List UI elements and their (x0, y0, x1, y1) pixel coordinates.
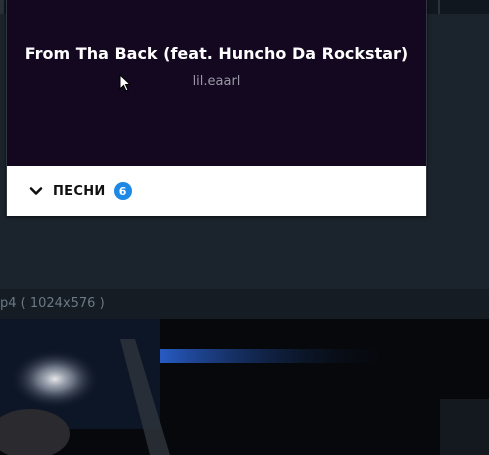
video-info-bar: p4 ( 1024x576 ) (0, 289, 489, 319)
video-preview[interactable] (0, 319, 489, 455)
songs-toggle[interactable]: ПЕСНИ 6 (7, 166, 426, 216)
songs-count-badge: 6 (113, 182, 132, 200)
album-art-area[interactable]: From Tha Back (feat. Huncho Da Rockstar)… (7, 0, 426, 166)
top-left-mark (0, 0, 4, 14)
song-title[interactable]: From Tha Back (feat. Huncho Da Rockstar) (7, 44, 426, 63)
mouse-cursor-icon (119, 74, 132, 92)
music-card: From Tha Back (feat. Huncho Da Rockstar)… (6, 0, 427, 216)
songs-label: ПЕСНИ (53, 183, 106, 199)
video-file-info: p4 ( 1024x576 ) (0, 296, 105, 311)
top-divider (438, 0, 440, 14)
song-artist[interactable]: lil.eaarl (7, 74, 426, 89)
chevron-down-icon[interactable] (28, 183, 44, 199)
video-frame (0, 319, 489, 455)
